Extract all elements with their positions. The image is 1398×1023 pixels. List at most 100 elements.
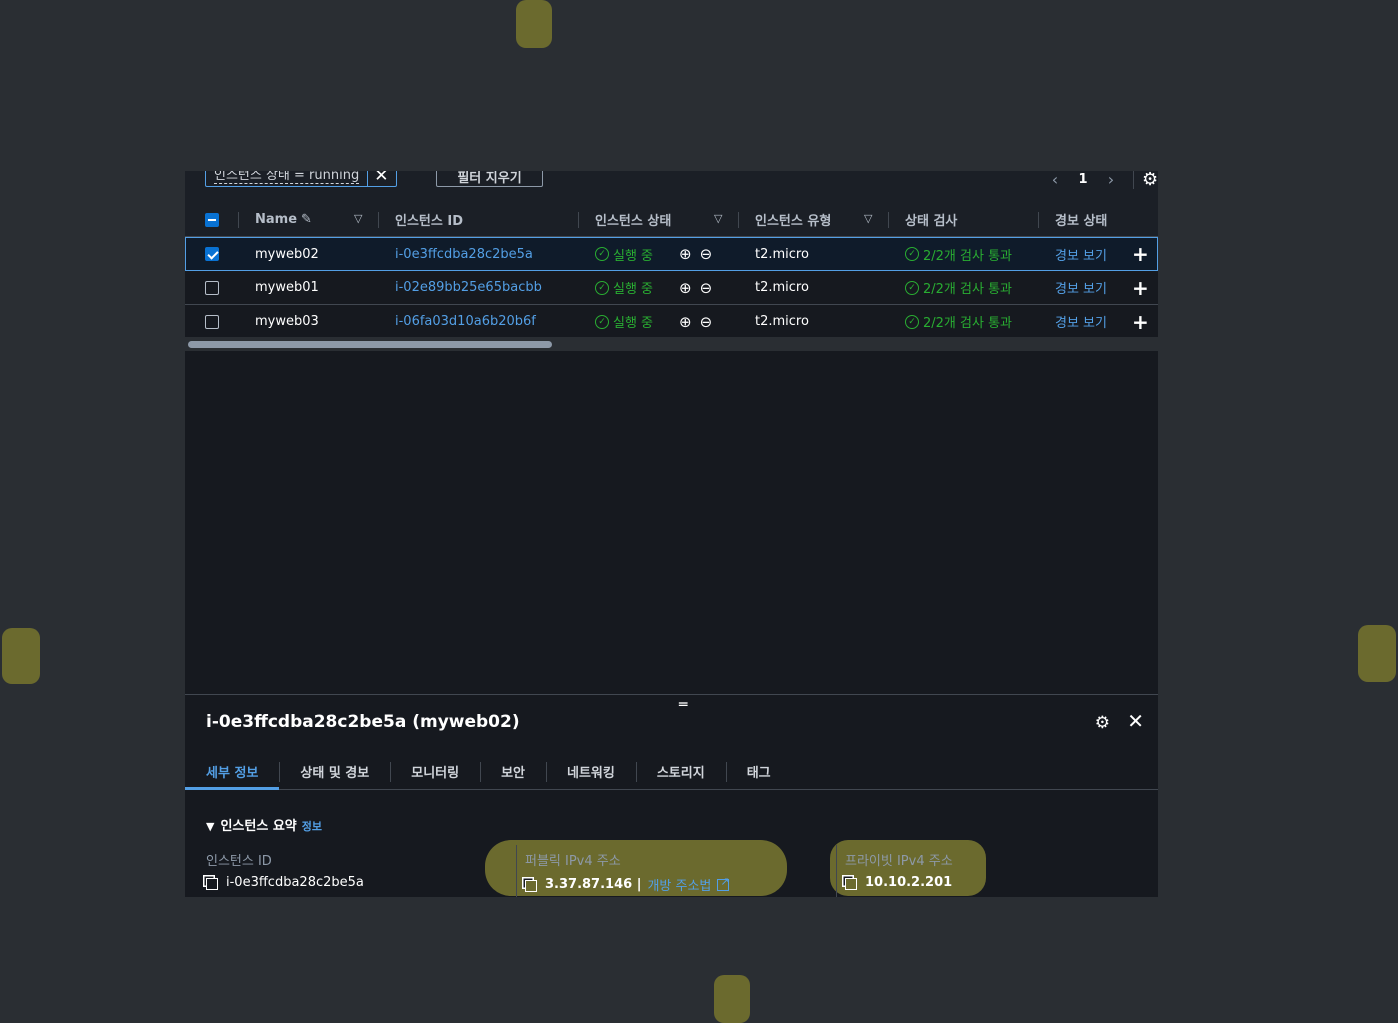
sort-down-icon[interactable]: ▽ — [864, 212, 872, 225]
field-instance-id: 인스턴스 ID i-0e3ffcdba28c2be5a — [206, 850, 364, 890]
table-empty-area — [185, 351, 1158, 694]
instance-type: t2.micro — [755, 314, 809, 329]
view-alarms-link[interactable]: 경보 보기 — [1055, 245, 1107, 264]
instance-type: t2.micro — [755, 280, 809, 295]
external-link-icon[interactable] — [717, 875, 730, 891]
check-circle-icon: ✓ — [595, 314, 609, 329]
column-header-status-check[interactable]: 상태 검사 — [905, 210, 957, 229]
summary-title[interactable]: 인스턴스 요약 — [220, 819, 296, 834]
check-circle-icon: ✓ — [905, 247, 919, 261]
gear-icon[interactable]: ⚙ — [1142, 171, 1158, 190]
info-link[interactable]: 정보 — [302, 820, 322, 833]
instance-state: 실행 중 — [613, 248, 654, 264]
view-alarms-link[interactable]: 경보 보기 — [1055, 312, 1107, 331]
highlight-blob — [714, 975, 750, 1023]
filter-token-text[interactable]: 인스턴스 상태 = running — [214, 171, 360, 184]
field-value: 3.37.87.146 | — [545, 877, 642, 892]
chevron-right-icon[interactable]: › — [1097, 171, 1125, 189]
select-all-checkbox[interactable] — [205, 212, 219, 227]
status-check: 2/2개 검사 통과 — [923, 316, 1012, 331]
tab-status-alarms[interactable]: 상태 및 경보 — [279, 752, 390, 790]
field-label: 프라이빗 IPv4 주소 — [845, 854, 953, 869]
panel-tabs: 세부 정보 상태 및 경보 모니터링 보안 네트워킹 스토리지 태그 — [185, 752, 1158, 790]
field-label: 인스턴스 ID — [206, 854, 272, 869]
instance-state: 실행 중 — [613, 282, 654, 297]
instance-id-link[interactable]: i-06fa03d10a6b20b6f — [395, 314, 536, 329]
copy-icon[interactable] — [525, 879, 537, 892]
check-circle-icon: ✓ — [595, 247, 609, 261]
chevron-left-icon[interactable]: ‹ — [1041, 171, 1069, 189]
instance-id-link[interactable]: i-02e89bb25e65bacbb — [395, 280, 542, 295]
tab-security[interactable]: 보안 — [480, 752, 546, 790]
zoom-in-icon[interactable]: ⊕ — [679, 313, 692, 331]
plus-icon[interactable]: + — [1132, 310, 1149, 334]
tab-details[interactable]: 세부 정보 — [185, 752, 280, 790]
clear-filters-button[interactable]: 필터 지우기 — [436, 171, 543, 187]
row-checkbox[interactable] — [205, 280, 219, 295]
drag-handle-icon[interactable]: ═ — [679, 697, 687, 713]
field-private-ipv4: 프라이빗 IPv4 주소 10.10.2.201 — [845, 850, 953, 890]
ec2-console: 인스턴스 상태 = running ✕ 필터 지우기 ‹ 1 › ⚙ Name … — [185, 171, 1158, 897]
horizontal-scrollbar[interactable] — [185, 337, 1158, 351]
caret-down-icon[interactable]: ▼ — [206, 820, 214, 833]
tab-storage[interactable]: 스토리지 — [635, 752, 726, 790]
column-header-state[interactable]: 인스턴스 상태 — [595, 210, 671, 229]
row-checkbox[interactable] — [205, 314, 219, 329]
close-icon[interactable]: ✕ — [374, 171, 388, 185]
zoom-in-icon[interactable]: ⊕ — [679, 245, 692, 263]
summary-header[interactable]: ▼ 인스턴스 요약 정보 — [206, 815, 322, 834]
instance-name: myweb02 — [255, 246, 319, 262]
instance-name: myweb01 — [255, 280, 319, 295]
instance-type: t2.micro — [755, 246, 809, 262]
status-check: 2/2개 검사 통과 — [923, 282, 1012, 297]
copy-icon[interactable] — [206, 877, 218, 890]
instance-name: myweb03 — [255, 314, 319, 329]
open-address-link[interactable]: 개방 주소법 — [647, 875, 711, 894]
gear-icon[interactable]: ⚙ — [1095, 713, 1110, 733]
field-public-ipv4: 퍼블릭 IPv4 주소 3.37.87.146 | 개방 주소법 — [525, 850, 730, 894]
zoom-in-icon[interactable]: ⊕ — [679, 279, 692, 297]
zoom-out-icon[interactable]: ⊖ — [700, 245, 713, 263]
table-row[interactable]: myweb01 i-02e89bb25e65bacbb ✓ 실행 중 ⊕ ⊖ t2.… — [185, 271, 1158, 305]
row-checkbox[interactable] — [205, 247, 219, 261]
edit-icon: ✎ — [301, 212, 312, 227]
copy-icon[interactable] — [845, 877, 857, 890]
column-header-name[interactable]: Name — [255, 212, 297, 227]
panel-title: i-0e3ffcdba28c2be5a (myweb02) — [206, 712, 520, 732]
tab-tags[interactable]: 태그 — [725, 752, 792, 790]
field-value: i-0e3ffcdba28c2be5a — [226, 875, 364, 890]
plus-icon[interactable]: + — [1132, 276, 1149, 300]
highlight-blob — [2, 628, 40, 684]
status-check: 2/2개 검사 통과 — [923, 248, 1012, 264]
sort-down-icon[interactable]: ▽ — [714, 212, 722, 225]
pagination: ‹ 1 › ⚙ — [1041, 171, 1158, 190]
column-header-alarm[interactable]: 경보 상태 — [1055, 210, 1107, 229]
highlight-blob — [1358, 625, 1396, 682]
zoom-out-icon[interactable]: ⊖ — [700, 279, 713, 297]
field-label: 퍼블릭 IPv4 주소 — [525, 854, 621, 869]
view-alarms-link[interactable]: 경보 보기 — [1055, 278, 1107, 297]
check-circle-icon: ✓ — [595, 280, 609, 295]
table-row[interactable]: myweb03 i-06fa03d10a6b20b6f ✓ 실행 중 ⊕ ⊖ t2.… — [185, 305, 1158, 339]
scrollbar-thumb[interactable] — [188, 341, 552, 348]
highlight-blob — [516, 0, 552, 48]
check-circle-icon: ✓ — [905, 314, 919, 329]
instance-id-link[interactable]: i-0e3ffcdba28c2be5a — [395, 247, 533, 262]
split-panel: ═ i-0e3ffcdba28c2be5a (myweb02) ⚙ ✕ 세부 정… — [185, 694, 1158, 897]
tab-networking[interactable]: 네트워킹 — [546, 752, 636, 790]
check-circle-icon: ✓ — [905, 280, 919, 295]
filter-token[interactable]: 인스턴스 상태 = running ✕ — [205, 171, 398, 187]
sort-down-icon[interactable]: ▽ — [354, 212, 362, 225]
toolbar: 인스턴스 상태 = running ✕ 필터 지우기 ‹ 1 › ⚙ — [185, 171, 1158, 203]
zoom-out-icon[interactable]: ⊖ — [700, 313, 713, 331]
plus-icon[interactable]: + — [1132, 242, 1149, 266]
field-value: 10.10.2.201 — [865, 875, 953, 890]
page-number[interactable]: 1 — [1069, 172, 1097, 187]
column-header-type[interactable]: 인스턴스 유형 — [755, 210, 831, 229]
tab-monitoring[interactable]: 모니터링 — [390, 752, 480, 790]
close-icon[interactable]: ✕ — [1127, 709, 1144, 733]
table-header: Name ✎ ▽ 인스턴스 ID 인스턴스 상태 ▽ 인스턴스 유형 ▽ 상태 … — [185, 203, 1158, 237]
column-header-instance-id[interactable]: 인스턴스 ID — [395, 210, 463, 229]
table-row[interactable]: myweb02 i-0e3ffcdba28c2be5a ✓ 실행 중 ⊕ ⊖ t2.… — [185, 237, 1158, 271]
instance-state: 실행 중 — [613, 316, 654, 331]
